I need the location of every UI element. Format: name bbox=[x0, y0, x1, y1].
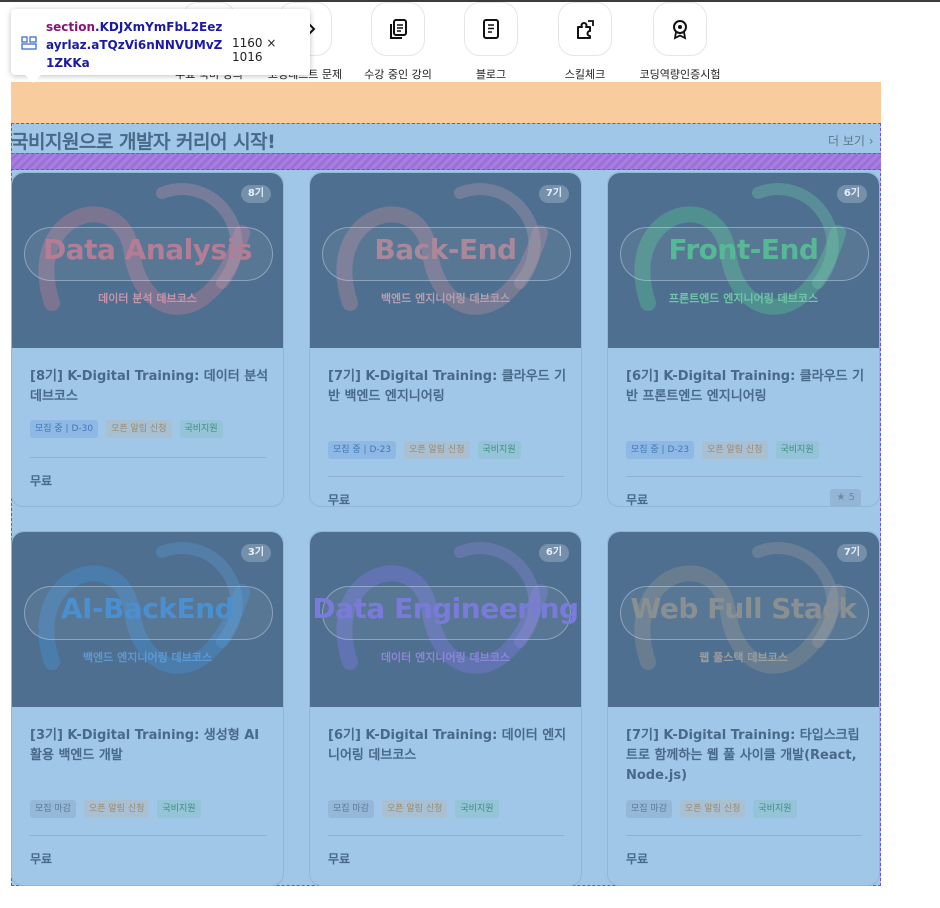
nav-label: 스킬체크 bbox=[564, 68, 606, 81]
document-icon bbox=[464, 2, 518, 56]
nav-label: 코딩역량인증시험 bbox=[639, 68, 721, 81]
course-price: 무료 bbox=[626, 852, 649, 866]
nav-item-blog[interactable]: 블로그 bbox=[441, 2, 541, 82]
course-card[interactable]: 7기 Web Full Stack 웹 풀스택 데브코스 [7기] K-Digi… bbox=[607, 531, 880, 886]
award-icon bbox=[653, 2, 707, 56]
devtools-tooltip: section.KDJXmYmFbL2Eezayrlaz.aTQzVi6nNNV… bbox=[11, 9, 310, 83]
course-tag: 오픈 알림 신청 bbox=[679, 800, 746, 818]
course-tag: 오픈 알림 신청 bbox=[83, 800, 150, 818]
course-tag: 모집 마감 bbox=[30, 800, 76, 818]
course-tag: 오픈 알림 신청 bbox=[404, 441, 470, 459]
cohort-badge: 6기 bbox=[538, 544, 569, 562]
course-tags: 모집 마감 오픈 알림 신청 국비지원 bbox=[328, 800, 499, 818]
course-tag: 국비지원 bbox=[477, 441, 521, 459]
course-title[interactable]: [8기] K-Digital Training: 데이터 분석 데브코스 bbox=[30, 367, 270, 407]
thumbnail-title: Data Engineering bbox=[312, 592, 579, 625]
course-tags: 모집 중 | D-30 오픈 알림 신청 국비지원 bbox=[30, 420, 223, 438]
course-tag: 오픈 알림 신청 bbox=[702, 441, 768, 459]
rating-badge: ★ 5 bbox=[830, 489, 861, 506]
course-price: 무료 bbox=[626, 493, 649, 507]
course-tags: 모집 중 | D-23 오픈 알림 신청 국비지원 bbox=[328, 441, 521, 459]
course-thumbnail: 3기 AI-BackEnd 백엔드 엔지니어링 데브코스 bbox=[12, 532, 283, 707]
course-tag: 모집 중 | D-30 bbox=[30, 420, 99, 438]
course-tag: 모집 중 | D-23 bbox=[626, 441, 695, 459]
course-price: 무료 bbox=[30, 852, 53, 866]
margin-highlight bbox=[11, 82, 881, 123]
course-tag: 국비지원 bbox=[455, 800, 499, 818]
puzzle-icon bbox=[558, 2, 612, 56]
thumbnail-subtitle: 프론트엔드 엔지니어링 데브코스 bbox=[668, 292, 819, 305]
cohort-badge: 8기 bbox=[240, 185, 271, 203]
course-price: 무료 bbox=[328, 852, 351, 866]
cohort-badge: 7기 bbox=[538, 185, 569, 203]
cohort-badge: 7기 bbox=[836, 544, 867, 562]
thumbnail-title: Front-End bbox=[668, 233, 819, 266]
course-tag: 국비지원 bbox=[179, 420, 223, 438]
course-tag: 국비지원 bbox=[157, 800, 201, 818]
course-thumbnail: 6기 Front-End 프론트엔드 엔지니어링 데브코스 bbox=[608, 173, 879, 348]
course-title[interactable]: [6기] K-Digital Training: 데이터 엔지니어링 데브코스 bbox=[328, 726, 568, 766]
course-card[interactable]: 8기 Data Analysis 데이터 분석 데브코스 [8기] K-Digi… bbox=[11, 172, 284, 507]
course-thumbnail: 8기 Data Analysis 데이터 분석 데브코스 bbox=[12, 173, 283, 348]
card-divider bbox=[30, 457, 266, 458]
course-tag: 모집 마감 bbox=[328, 800, 374, 818]
course-price: 무료 bbox=[30, 474, 53, 488]
course-thumbnail: 7기 Back-End 백엔드 엔지니어링 데브코스 bbox=[310, 173, 581, 348]
nav-item-skill-check[interactable]: 스킬체크 bbox=[535, 2, 635, 82]
gap-highlight bbox=[11, 153, 881, 170]
section-title: 국비지원으로 개발자 커리어 시작! bbox=[11, 131, 276, 153]
course-thumbnail: 7기 Web Full Stack 웹 풀스택 데브코스 bbox=[608, 532, 879, 707]
course-thumbnail: 6기 Data Engineering 데이터 엔지니어링 데브코스 bbox=[310, 532, 581, 707]
course-tag: 국비지원 bbox=[775, 441, 819, 459]
course-price: 무료 bbox=[328, 493, 351, 507]
thumbnail-title: AI-BackEnd bbox=[60, 592, 235, 625]
cohort-badge: 6기 bbox=[836, 185, 867, 203]
nav-item-certification[interactable]: 코딩역량인증시험 bbox=[630, 2, 730, 82]
more-label: 더 보기 bbox=[828, 134, 865, 148]
course-card[interactable]: 6기 Data Engineering 데이터 엔지니어링 데브코스 [6기] … bbox=[309, 531, 582, 886]
tooltip-size: 1160 × 1016 bbox=[232, 36, 277, 64]
course-tag: 오픈 알림 신청 bbox=[381, 800, 448, 818]
course-tag: 모집 중 | D-23 bbox=[328, 441, 397, 459]
thumbnail-title: Web Full Stack bbox=[630, 592, 857, 625]
nav-label: 블로그 bbox=[475, 68, 507, 81]
nav-item-my-courses[interactable]: 수강 중인 강의 bbox=[348, 2, 448, 82]
thumbnail-title: Back-End bbox=[374, 233, 517, 266]
more-link[interactable]: 더 보기 › bbox=[828, 132, 874, 149]
card-divider bbox=[328, 835, 564, 836]
course-title[interactable]: [3기] K-Digital Training: 생성형 AI 활용 백엔드 개… bbox=[30, 726, 270, 766]
thumbnail-subtitle: 백엔드 엔지니어링 데브코스 bbox=[380, 292, 511, 305]
copy-icon bbox=[371, 2, 425, 56]
course-card[interactable]: 6기 Front-End 프론트엔드 엔지니어링 데브코스 [6기] K-Dig… bbox=[607, 172, 880, 507]
cohort-badge: 3기 bbox=[240, 544, 271, 562]
nav-label: 수강 중인 강의 bbox=[364, 68, 432, 81]
chevron-right-icon: › bbox=[868, 134, 874, 148]
card-divider bbox=[30, 835, 266, 836]
grid-layout-icon bbox=[21, 35, 37, 54]
course-card[interactable]: 3기 AI-BackEnd 백엔드 엔지니어링 데브코스 [3기] K-Digi… bbox=[11, 531, 284, 886]
card-divider bbox=[626, 835, 862, 836]
course-title[interactable]: [6기] K-Digital Training: 클라우드 기반 프론트엔드 엔… bbox=[626, 367, 866, 407]
course-card[interactable]: 7기 Back-End 백엔드 엔지니어링 데브코스 [7기] K-Digita… bbox=[309, 172, 582, 507]
thumbnail-subtitle: 데이터 엔지니어링 데브코스 bbox=[380, 651, 511, 664]
card-divider bbox=[626, 476, 862, 477]
thumbnail-subtitle: 웹 풀스택 데브코스 bbox=[699, 651, 788, 664]
thumbnail-subtitle: 백엔드 엔지니어링 데브코스 bbox=[82, 651, 213, 664]
course-tags: 모집 마감 오픈 알림 신청 국비지원 bbox=[626, 800, 797, 818]
course-tags: 모집 마감 오픈 알림 신청 국비지원 bbox=[30, 800, 201, 818]
thumbnail-subtitle: 데이터 분석 데브코스 bbox=[98, 292, 197, 305]
tooltip-tag: section bbox=[46, 20, 96, 34]
course-tag: 국비지원 bbox=[753, 800, 797, 818]
course-tags: 모집 중 | D-23 오픈 알림 신청 국비지원 bbox=[626, 441, 819, 459]
tooltip-selector: section.KDJXmYmFbL2Eezayrlaz.aTQzVi6nNNV… bbox=[46, 18, 226, 72]
page: 무료 국비 강의 코딩테스트 문제 수강 중인 강의 블로그 스킬체크 코딩역량… bbox=[0, 0, 940, 908]
course-title[interactable]: [7기] K-Digital Training: 클라우드 기반 백엔드 엔지니… bbox=[328, 367, 568, 407]
course-tag: 오픈 알림 신청 bbox=[106, 420, 172, 438]
card-divider bbox=[328, 476, 564, 477]
thumbnail-title: Data Analysis bbox=[43, 233, 252, 266]
course-title[interactable]: [7기] K-Digital Training: 타입스크립트로 함께하는 웹 … bbox=[626, 726, 866, 786]
course-tag: 모집 마감 bbox=[626, 800, 672, 818]
